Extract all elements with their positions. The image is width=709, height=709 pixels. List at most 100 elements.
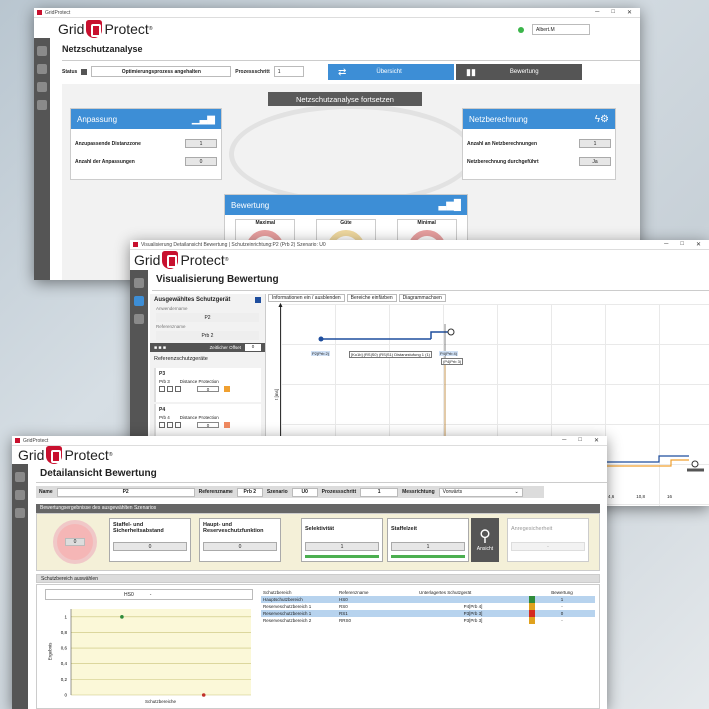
- tab-color-areas[interactable]: Bereiche einfärben: [346, 294, 397, 302]
- y-tick-label: 0: [64, 693, 67, 698]
- data-point[interactable]: [201, 693, 206, 697]
- checkbox-icon[interactable]: [255, 297, 261, 303]
- device-type: Distance Protection: [179, 379, 219, 384]
- view-button-label: Ansicht: [476, 546, 494, 552]
- view-button[interactable]: ⚲ Ansicht: [471, 518, 499, 562]
- step-field[interactable]: 1: [360, 487, 399, 497]
- table-row[interactable]: Reserveschutzbereich 1 RS0 P4[Prb 4] -: [261, 603, 595, 610]
- checkbox-icon[interactable]: [159, 422, 165, 428]
- trip-point: [318, 336, 324, 342]
- network-icon[interactable]: [134, 314, 144, 324]
- device-item[interactable]: P4 Prb 4 Distance Protection 0: [154, 404, 261, 438]
- home-icon[interactable]: [134, 278, 144, 288]
- user-field[interactable]: Albert.M: [532, 24, 590, 35]
- result-card: Staffel- und Sicherheitsabstand 0: [109, 518, 191, 562]
- minimize-icon[interactable]: ─: [595, 9, 599, 16]
- home-icon[interactable]: [15, 472, 25, 482]
- score-value: 0: [65, 538, 85, 546]
- calc-row1-value: 1: [579, 139, 611, 148]
- device-item[interactable]: P3 Prb 3 Distance Protection 0: [154, 368, 261, 402]
- data-point[interactable]: [120, 615, 124, 619]
- color-swatch-icon[interactable]: [224, 422, 230, 428]
- window-detailansicht: GridProtect ─ □ ✕ Grid Protect ® Detailansic…: [12, 436, 607, 709]
- step-field[interactable]: 1: [273, 66, 304, 77]
- panel-bewertung-header: Bewertung ▃▆█: [225, 195, 467, 215]
- titlebar: Visualisierung Detailansicht Bewertung |…: [130, 240, 709, 250]
- maximize-icon[interactable]: □: [578, 437, 582, 444]
- table-row[interactable]: Reserveschutzbereich 1 RS1 P3[Prb 3] 0: [261, 610, 595, 617]
- tab-overview[interactable]: ⇄ Übersicht: [328, 64, 454, 80]
- color-swatch-icon[interactable]: [224, 386, 230, 392]
- close-icon[interactable]: ✕: [627, 9, 632, 16]
- panel-netzberechnung: Netzberechnung ϟ⚙ Anzahl an Netzberechnun…: [462, 108, 616, 180]
- rating-minimal-label: Minimal: [417, 220, 436, 226]
- table-cell: Reserveschutzbereich 1: [263, 604, 312, 609]
- bar-chart-icon: ▃▆█: [438, 199, 461, 211]
- checkbox-icon[interactable]: [175, 422, 181, 428]
- settings-icon[interactable]: [15, 508, 25, 518]
- tab-rating[interactable]: ▮▮ Bewertung: [456, 64, 582, 80]
- titlebar: GridProtect ─ □ ✕: [34, 8, 640, 18]
- list-icon[interactable]: [134, 296, 144, 306]
- close-icon[interactable]: ✕: [696, 241, 701, 248]
- logo-text-left: Grid: [18, 447, 45, 463]
- name-field[interactable]: P2: [56, 487, 195, 497]
- upload-icon[interactable]: [37, 64, 47, 74]
- calc-row2-value: Ja: [579, 157, 611, 166]
- checkbox-icon[interactable]: [175, 386, 181, 392]
- checkbox-icon[interactable]: [159, 386, 165, 392]
- direction-dropdown[interactable]: Vorwärts ⌄: [438, 487, 523, 497]
- app-icon: [37, 10, 42, 15]
- card-status-bar: [305, 555, 379, 558]
- checkbox-icon[interactable]: [167, 386, 173, 392]
- network-icon[interactable]: [15, 490, 25, 500]
- maximize-icon[interactable]: □: [680, 241, 684, 248]
- step-label: Prozessschritt: [321, 489, 357, 495]
- scenario-field[interactable]: U0: [291, 487, 318, 497]
- table-header[interactable]: Bewertung: [529, 589, 595, 596]
- result-card: Selektivität 1: [301, 518, 383, 562]
- table-row[interactable]: Hauptschutzbereich HS0 1: [261, 596, 595, 603]
- device-sub: Prb 4: [159, 415, 170, 420]
- checkbox-icon[interactable]: [167, 422, 173, 428]
- ref-field[interactable]: Prb 2: [236, 487, 263, 497]
- maximize-icon[interactable]: □: [611, 9, 615, 16]
- status-square-icon: [81, 68, 88, 75]
- scenario-label: Szenario: [266, 489, 288, 495]
- table-header-row: Schutzbereich Referenzname Unterlagertes…: [261, 589, 595, 596]
- bar-chart-icon: ▮▮: [466, 66, 476, 77]
- table-cell: P3[Prb 3]: [463, 611, 483, 616]
- plot-background: [71, 609, 251, 695]
- ref-name-value: Prb 2: [156, 331, 259, 340]
- name-label: Name: [39, 489, 53, 495]
- table-row[interactable]: Reserveschutzbereich 2 RRS0 P3[Prb 3] -: [261, 617, 595, 624]
- toggle-icons[interactable]: ■ ■ ■: [154, 345, 166, 351]
- minimize-icon[interactable]: ─: [562, 437, 566, 444]
- card-value: 1: [305, 542, 379, 551]
- result-card: Staffelzeit 1: [387, 518, 469, 562]
- panel-netzberechnung-header: Netzberechnung ϟ⚙: [463, 109, 615, 129]
- table-header[interactable]: Unterlagertes Schutzgerät: [417, 589, 529, 596]
- continue-button[interactable]: Netzschutzanalyse fortsetzen: [268, 92, 422, 106]
- card-title: Haupt- und Reserveschutzfunktion: [203, 522, 264, 534]
- logo-text-right: Protect: [104, 21, 149, 37]
- tab-diagram-axes[interactable]: Diagrammachsen: [398, 294, 446, 302]
- home-icon[interactable]: [37, 46, 47, 56]
- close-icon[interactable]: ✕: [594, 437, 599, 444]
- rating-maximal-label: Maximal: [255, 220, 276, 226]
- download-icon[interactable]: [37, 82, 47, 92]
- bar-chart-icon: ▁▃▆: [191, 113, 215, 125]
- device-value[interactable]: 0: [197, 422, 219, 428]
- offset-field[interactable]: 0: [245, 344, 261, 351]
- minimize-icon[interactable]: ─: [664, 241, 668, 248]
- search-icon: ⚲: [479, 528, 491, 545]
- app-name-value: P2: [156, 313, 259, 322]
- table-header[interactable]: Referenzname: [337, 589, 417, 596]
- zone-dropdown[interactable]: HS0 -: [45, 589, 253, 600]
- table-cell: Reserveschutzbereich 2: [263, 618, 312, 623]
- logo: Grid Protect ®: [134, 251, 229, 269]
- table-header[interactable]: Schutzbereich: [261, 589, 337, 596]
- tab-info-toggle[interactable]: Informationen ein / ausblenden: [268, 294, 345, 302]
- info-icon[interactable]: [37, 100, 47, 110]
- device-value[interactable]: 0: [197, 386, 219, 392]
